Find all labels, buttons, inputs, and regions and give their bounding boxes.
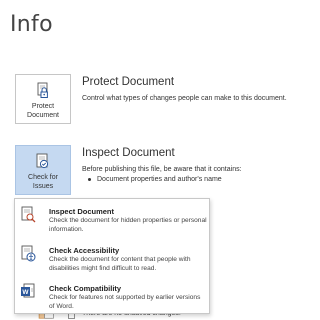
protect-document-section: Protect Document Protect Document Contro… [0, 74, 298, 134]
check-for-issues-button[interactable]: Check for Issues [15, 145, 71, 195]
protect-document-description: Control what types of changes people can… [82, 95, 287, 102]
protect-document-button[interactable]: Protect Document [15, 74, 71, 124]
menu-item-description: Check the document for content that peop… [49, 256, 191, 272]
menu-item-check-accessibility[interactable]: Check Accessibility Check the document f… [15, 241, 209, 277]
bullet-dot [88, 177, 91, 181]
check-for-issues-menu: Inspect Document Check the document for … [14, 198, 210, 314]
check-for-issues-icon [36, 153, 49, 169]
accessibility-icon [21, 245, 36, 262]
inspect-bullet-text: Document properties and author's name [97, 176, 222, 183]
inspect-document-section: Check for Issues Inspect Document Before… [0, 145, 298, 205]
inspect-document-icon [21, 206, 36, 223]
menu-item-title: Inspect Document [49, 207, 115, 216]
menu-item-check-compatibility[interactable]: W Check Compatibility Check for features… [15, 279, 209, 315]
menu-item-description: Check for features not supported by earl… [49, 294, 201, 310]
inspect-bullet-item: Document properties and author's name [88, 176, 222, 183]
protect-document-title: Protect Document [82, 76, 175, 88]
compatibility-icon: W [21, 283, 35, 298]
menu-item-description: Check the document for hidden properties… [49, 217, 207, 233]
check-for-issues-button-label: Check for Issues [28, 174, 58, 190]
svg-text:W: W [22, 289, 29, 296]
page-title: Info [10, 12, 53, 37]
menu-item-inspect-document[interactable]: Inspect Document Check the document for … [15, 202, 209, 238]
inspect-document-description: Before publishing this file, be aware th… [82, 166, 242, 173]
inspect-document-title: Inspect Document [82, 147, 175, 159]
menu-item-title: Check Accessibility [49, 246, 120, 255]
protect-document-button-label: Protect Document [27, 103, 59, 119]
lock-icon [37, 82, 48, 98]
menu-item-title: Check Compatibility [49, 284, 122, 293]
